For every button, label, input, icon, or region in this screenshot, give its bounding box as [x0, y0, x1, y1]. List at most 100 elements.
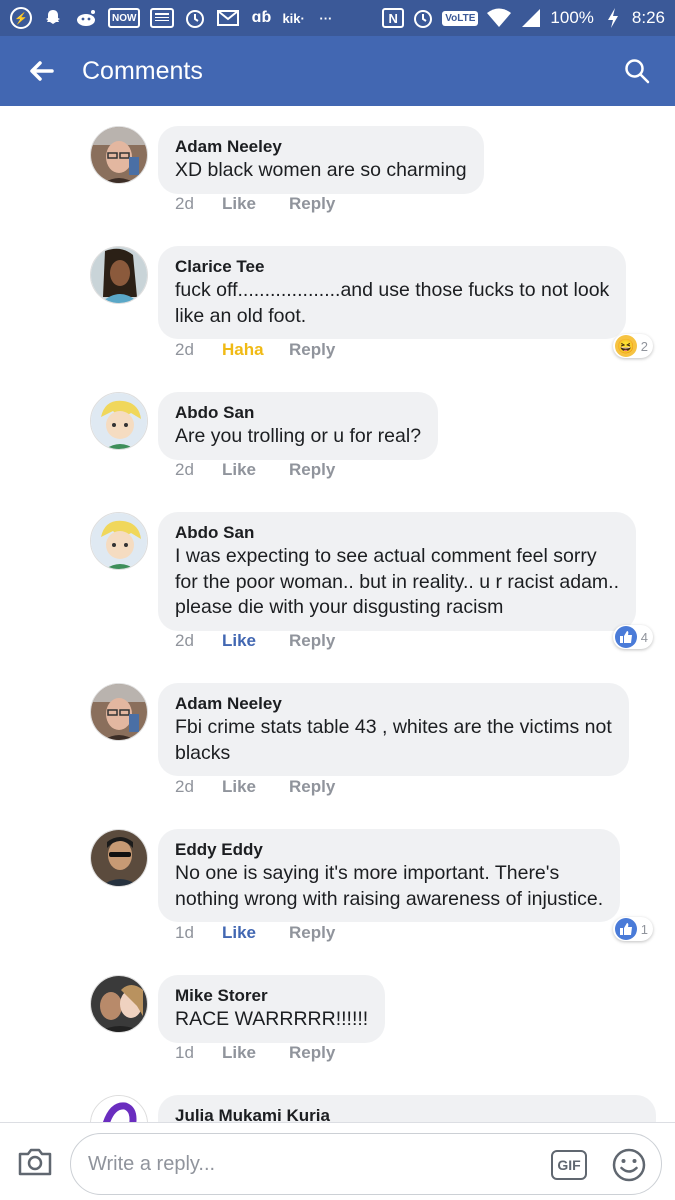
comment-author[interactable]: Julia Mukami Kuria — [175, 1105, 639, 1122]
search-button[interactable] — [619, 53, 655, 89]
comment-author[interactable]: Adam Neeley — [175, 136, 467, 158]
haha-button[interactable]: Haha — [222, 340, 289, 360]
arrow-left-icon — [30, 61, 54, 81]
like-button[interactable]: Like — [222, 777, 289, 797]
dubsmash-icon: ɑɓ — [251, 9, 272, 26]
reaction-summary[interactable]: 😆 2 — [612, 334, 653, 358]
avatar[interactable] — [90, 126, 148, 184]
comment-actions: 2d Like Reply — [175, 460, 335, 480]
comment-time: 1d — [175, 1043, 194, 1062]
comment-actions: 1d Like Reply — [175, 923, 335, 943]
signal-icon — [520, 7, 542, 29]
camera-icon — [18, 1148, 52, 1176]
wifi-icon — [486, 7, 512, 29]
volte-badge: VoLTE — [442, 10, 479, 26]
comment-text: Fbi crime stats table 43 , whites are th… — [175, 716, 612, 764]
comment-text: XD black women are so charming — [175, 159, 467, 181]
reply-button[interactable]: Reply — [289, 1043, 335, 1063]
smiley-icon — [612, 1148, 646, 1182]
system-icons: N VoLTE 100% 8:26 — [382, 7, 665, 29]
more-icon: ··· — [319, 10, 333, 26]
status-bar: ⚡ NOW ɑɓ kik· ··· N VoLTE 100% 8:26 — [0, 0, 675, 36]
comment-bubble[interactable]: Adam Neeley XD black women are so charmi… — [158, 126, 484, 194]
gif-button[interactable]: GIF — [551, 1150, 587, 1180]
comment-time: 2d — [175, 460, 194, 479]
reaction-summary[interactable]: 1 — [612, 917, 653, 941]
comment-text: fuck off...................and use those… — [175, 279, 610, 327]
alarm-icon — [184, 7, 206, 29]
comment-bubble[interactable]: Julia Mukami Kuria — [158, 1095, 656, 1122]
notification-icons: ⚡ NOW ɑɓ kik· ··· — [10, 7, 337, 29]
back-button[interactable] — [0, 36, 82, 106]
like-button[interactable]: Like — [222, 631, 289, 651]
comment-text: Are you trolling or u for real? — [175, 425, 422, 447]
comment-bubble[interactable]: Abdo San I was expecting to see actual c… — [158, 512, 636, 631]
like-button[interactable]: Like — [222, 460, 289, 480]
comment-actions: 2d Haha Reply — [175, 340, 335, 360]
comment-author[interactable]: Clarice Tee — [175, 256, 609, 278]
avatar[interactable] — [90, 829, 148, 887]
comment-text: I was expecting to see actual comment fe… — [175, 545, 619, 618]
avatar[interactable] — [90, 512, 148, 570]
comment-author[interactable]: Abdo San — [175, 522, 619, 544]
reply-button[interactable]: Reply — [289, 631, 335, 651]
reaction-summary[interactable]: 4 — [612, 625, 653, 649]
camera-button[interactable] — [16, 1143, 54, 1181]
avatar[interactable] — [90, 246, 148, 304]
alarm-clock-icon — [412, 7, 434, 29]
page-title: Comments — [82, 56, 203, 85]
comment-text: RACE WARRRRR!!!!!! — [175, 1008, 369, 1030]
avatar[interactable] — [90, 683, 148, 741]
comment-time: 2d — [175, 194, 194, 213]
reaction-count: 1 — [640, 921, 648, 937]
messenger-icon: ⚡ — [10, 7, 32, 29]
comments-screen: ⚡ NOW ɑɓ kik· ··· N VoLTE 100% 8:26 Comm… — [0, 0, 675, 1200]
gmail-icon — [216, 7, 240, 29]
reaction-count: 4 — [640, 629, 648, 645]
like-button[interactable]: Like — [222, 923, 289, 943]
avatar[interactable] — [90, 975, 148, 1033]
avatar[interactable] — [90, 392, 148, 450]
now-icon: NOW — [108, 8, 141, 28]
reply-button[interactable]: Reply — [289, 777, 335, 797]
avatar[interactable] — [90, 1095, 148, 1122]
comment-actions: 2d Like Reply — [175, 631, 335, 651]
reaction-count: 2 — [640, 338, 648, 354]
search-icon — [625, 59, 650, 84]
comment-time: 2d — [175, 777, 194, 796]
reply-composer: Write a reply... GIF — [0, 1122, 675, 1200]
reply-placeholder: Write a reply... — [88, 1153, 216, 1175]
comment-bubble[interactable]: Mike Storer RACE WARRRRR!!!!!! — [158, 975, 386, 1043]
emoji-button[interactable] — [611, 1147, 647, 1183]
news-icon — [150, 8, 175, 28]
nfc-icon: N — [382, 8, 405, 28]
comment-time: 2d — [175, 340, 194, 359]
charging-icon — [602, 7, 624, 29]
reply-button[interactable]: Reply — [289, 340, 335, 360]
comment-actions: 1d Like Reply — [175, 1043, 335, 1063]
comment-bubble[interactable]: Adam Neeley Fbi crime stats table 43 , w… — [158, 683, 629, 776]
like-button[interactable]: Like — [222, 1043, 289, 1063]
thumbs-up-icon — [614, 918, 637, 940]
kik-icon: kik· — [282, 10, 305, 26]
comment-actions: 2d Like Reply — [175, 777, 335, 797]
comment-bubble[interactable]: Eddy Eddy No one is saying it's more imp… — [158, 829, 621, 922]
reply-input[interactable]: Write a reply... GIF — [70, 1133, 662, 1195]
haha-reaction-icon: 😆 — [614, 335, 637, 357]
comment-list[interactable]: Adam Neeley XD black women are so charmi… — [0, 106, 675, 1122]
comment-bubble[interactable]: Clarice Tee fuck off...................a… — [158, 246, 627, 339]
comment-author[interactable]: Mike Storer — [175, 985, 368, 1007]
comment-actions: 2d Like Reply — [175, 194, 335, 214]
comment-author[interactable]: Eddy Eddy — [175, 839, 603, 861]
like-button[interactable]: Like — [222, 194, 289, 214]
thumbs-up-icon — [614, 626, 637, 648]
reply-button[interactable]: Reply — [289, 460, 335, 480]
snapchat-icon — [42, 7, 64, 29]
reply-button[interactable]: Reply — [289, 194, 335, 214]
comment-text: No one is saying it's more important. Th… — [175, 862, 604, 910]
reply-button[interactable]: Reply — [289, 923, 335, 943]
comment-author[interactable]: Abdo San — [175, 402, 421, 424]
comment-author[interactable]: Adam Neeley — [175, 693, 612, 715]
comment-bubble[interactable]: Abdo San Are you trolling or u for real? — [158, 392, 439, 460]
clock-time: 8:26 — [631, 8, 665, 27]
